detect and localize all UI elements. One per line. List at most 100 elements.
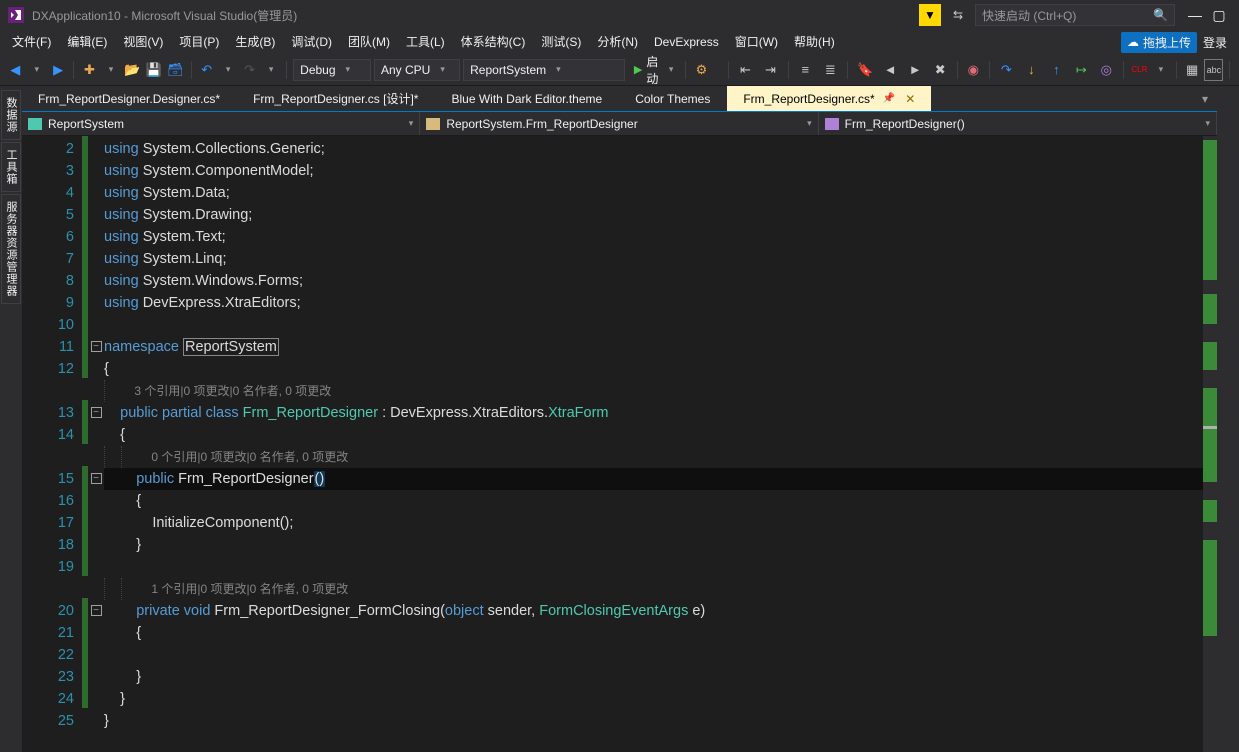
quick-launch-input[interactable]: 快速启动 (Ctrl+Q) 🔍 [975,4,1175,26]
code-line[interactable]: } [104,710,1217,732]
new-project-dropdown[interactable] [102,59,120,81]
redo-icon[interactable]: ↷ [240,59,258,81]
uncomment-icon[interactable]: ≣ [819,59,841,81]
pin-icon[interactable]: 📌 [883,93,895,104]
close-icon[interactable]: ✕ [905,92,915,106]
solution-explorer-icon[interactable]: ▦ [1183,59,1201,81]
left-tab-server-explorer[interactable]: 服务器资源管理器 [1,194,21,304]
bookmark-icon[interactable]: 🔖 [854,59,876,81]
tab-overflow-icon[interactable]: ▾ [1193,86,1217,111]
code-line[interactable]: { [104,622,1217,644]
config-dropdown[interactable]: Debug [293,59,371,81]
maximize-button[interactable]: ▢ [1207,7,1231,24]
menu-project[interactable]: 项目(P) [171,30,227,54]
codelens-text[interactable]: 0 个引用|0 项更改|0 名作者, 0 项更改 [138,450,348,464]
bookmark-next-icon[interactable]: ► [904,59,926,81]
bookmark-prev-icon[interactable]: ◄ [879,59,901,81]
undo-icon[interactable]: ↶ [197,59,215,81]
menu-tools[interactable]: 工具(L) [398,30,453,54]
code-line[interactable]: using System.Text; [104,226,1217,248]
save-icon[interactable]: 💾 [145,59,163,81]
nav-class-dropdown[interactable]: ReportSystem.Frm_ReportDesigner [420,112,818,135]
code-line[interactable]: } [104,666,1217,688]
tab-designer-cs[interactable]: Frm_ReportDesigner.Designer.cs* [22,86,237,111]
menu-edit[interactable]: 编辑(E) [59,30,115,54]
start-debug-button[interactable]: ▶ 启动 ▾ [628,53,679,87]
bookmark-clear-icon[interactable]: ✖ [929,59,951,81]
menu-devexpress[interactable]: DevExpress [646,30,727,54]
show-next-icon[interactable]: ◎ [1095,59,1117,81]
menu-help[interactable]: 帮助(H) [786,30,843,54]
undo-dropdown[interactable] [219,59,237,81]
startup-dropdown[interactable]: ReportSystem [463,59,625,81]
redo-dropdown[interactable] [262,59,280,81]
fold-minus-icon[interactable]: − [91,605,102,616]
code-line[interactable]: namespace ReportSystem [104,336,1217,358]
menu-build[interactable]: 生成(B) [227,30,283,54]
code-line[interactable]: { [104,424,1217,446]
code-line[interactable]: using System.Linq; [104,248,1217,270]
nav-member-dropdown[interactable]: Frm_ReportDesigner() [819,112,1217,135]
exception-dropdown[interactable] [1152,59,1170,81]
code-line[interactable]: } [104,534,1217,556]
feedback-icon[interactable]: ⇆ [947,8,969,22]
fold-gutter[interactable]: − [88,466,104,488]
code-line[interactable]: { [104,490,1217,512]
tab-design-view[interactable]: Frm_ReportDesigner.cs [设计]* [237,86,435,111]
code-line[interactable] [104,556,1217,578]
new-project-icon[interactable]: ✚ [80,59,98,81]
nav-back-history[interactable] [27,59,45,81]
indent-decrease-icon[interactable]: ⇤ [735,59,757,81]
code-line[interactable]: private void Frm_ReportDesigner_FormClos… [104,600,1217,622]
indent-increase-icon[interactable]: ⇥ [760,59,782,81]
left-tab-datasource[interactable]: 数据源 [1,90,21,140]
run-to-cursor-icon[interactable]: ↦ [1070,59,1092,81]
nav-back-icon[interactable]: ◀ [6,59,24,81]
menu-file[interactable]: 文件(F) [4,30,59,54]
save-all-icon[interactable]: 🗃 [166,59,184,81]
fold-gutter[interactable]: − [88,334,104,356]
menu-team[interactable]: 团队(M) [340,30,398,54]
code-line[interactable] [104,314,1217,336]
tab-theme[interactable]: Blue With Dark Editor.theme [435,86,619,111]
fold-minus-icon[interactable]: − [91,473,102,484]
fold-minus-icon[interactable]: − [91,407,102,418]
exception-settings-icon[interactable]: CLR [1130,59,1148,81]
code-line[interactable] [104,644,1217,666]
nav-project-dropdown[interactable]: ReportSystem [22,112,420,135]
scroll-map[interactable] [1203,136,1217,752]
step-out-icon[interactable]: ↑ [1045,59,1067,81]
code-line[interactable]: public partial class Frm_ReportDesigner … [104,402,1217,424]
sign-in-link[interactable]: 登录 [1203,34,1227,51]
code-line[interactable]: public Frm_ReportDesigner() [104,468,1217,490]
attach-icon[interactable]: ⚙ [692,59,710,81]
fold-gutter[interactable]: − [88,400,104,422]
notification-flag-icon[interactable]: ▼ [919,4,941,26]
code-line[interactable]: } [104,688,1217,710]
codelens-line[interactable]: 3 个引用|0 项更改|0 名作者, 0 项更改 [104,380,1217,402]
code-map-icon[interactable]: ◉ [964,59,982,81]
code-line[interactable]: using DevExpress.XtraEditors; [104,292,1217,314]
cloud-upload-badge[interactable]: ☁ 拖拽上传 [1121,32,1197,53]
code-line[interactable]: { [104,358,1217,380]
properties-icon[interactable]: abc [1204,59,1223,81]
fold-gutter[interactable]: − [88,598,104,620]
nav-forward-icon[interactable]: ▶ [49,59,67,81]
fold-minus-icon[interactable]: − [91,341,102,352]
comment-icon[interactable]: ≡ [794,59,816,81]
code-line[interactable]: using System.Collections.Generic; [104,138,1217,160]
codelens-line[interactable]: 1 个引用|0 项更改|0 名作者, 0 项更改 [104,578,1217,600]
codelens-text[interactable]: 3 个引用|0 项更改|0 名作者, 0 项更改 [121,384,331,398]
step-over-icon[interactable]: ↷ [995,59,1017,81]
code-editor[interactable]: 2345678910111213141516171819202122232425… [22,136,1217,752]
menu-view[interactable]: 视图(V) [115,30,171,54]
menu-test[interactable]: 测试(S) [533,30,589,54]
code-line[interactable]: using System.Data; [104,182,1217,204]
code-line[interactable]: using System.Drawing; [104,204,1217,226]
menu-analyze[interactable]: 分析(N) [589,30,646,54]
code-line[interactable]: using System.ComponentModel; [104,160,1217,182]
code-line[interactable]: using System.Windows.Forms; [104,270,1217,292]
code-line[interactable]: InitializeComponent(); [104,512,1217,534]
codelens-text[interactable]: 1 个引用|0 项更改|0 名作者, 0 项更改 [138,582,348,596]
minimize-button[interactable]: — [1183,7,1207,23]
